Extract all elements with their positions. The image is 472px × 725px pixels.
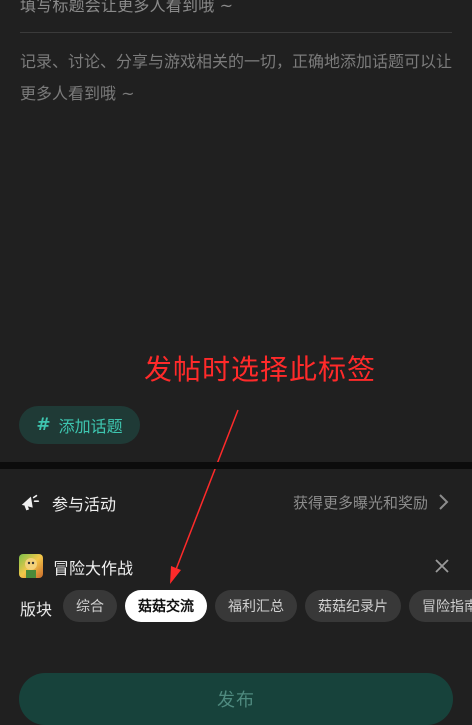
section-label: 版块 bbox=[20, 600, 53, 619]
publish-button[interactable]: 发布 bbox=[19, 673, 453, 725]
section-chip-welfare[interactable]: 福利汇总 bbox=[215, 590, 297, 622]
panel-separator bbox=[0, 462, 472, 469]
chevron-right-icon bbox=[439, 494, 449, 510]
title-input[interactable]: 填写标题会让更多人看到哦 ~ bbox=[20, 0, 233, 16]
add-topic-label: 添加话题 bbox=[58, 417, 123, 436]
join-activity-label: 参与活动 bbox=[52, 495, 117, 514]
activity-description: 获得更多曝光和奖励 bbox=[292, 494, 428, 512]
section-chips: 综合 菇菇交流 福利汇总 菇菇纪录片 冒险指南 bbox=[63, 590, 472, 622]
section-chip-mushroom-exchange[interactable]: 菇菇交流 bbox=[125, 590, 207, 622]
section-selector: 版块 综合 菇菇交流 福利汇总 菇菇纪录片 冒险指南 bbox=[0, 590, 472, 624]
megaphone-icon bbox=[21, 494, 40, 511]
content-input[interactable]: 记录、讨论、分享与游戏相关的一切，正确地添加话题可以让更多人看到哦 ~ bbox=[20, 46, 456, 110]
add-topic-button[interactable]: # 添加话题 bbox=[19, 406, 140, 444]
hash-icon: # bbox=[36, 415, 51, 435]
selected-game-row: 冒险大作战 bbox=[0, 546, 472, 586]
annotation-text: 发帖时选择此标签 bbox=[144, 353, 377, 386]
game-thumbnail bbox=[19, 554, 43, 578]
close-icon[interactable] bbox=[434, 558, 450, 574]
section-chip-general[interactable]: 综合 bbox=[63, 590, 117, 622]
section-chip-documentary[interactable]: 菇菇纪录片 bbox=[305, 590, 401, 622]
join-activity-row[interactable]: 参与活动 获得更多曝光和奖励 bbox=[0, 482, 472, 522]
game-name: 冒险大作战 bbox=[53, 559, 134, 578]
title-divider bbox=[20, 32, 452, 33]
section-chip-guide[interactable]: 冒险指南 bbox=[409, 590, 472, 622]
